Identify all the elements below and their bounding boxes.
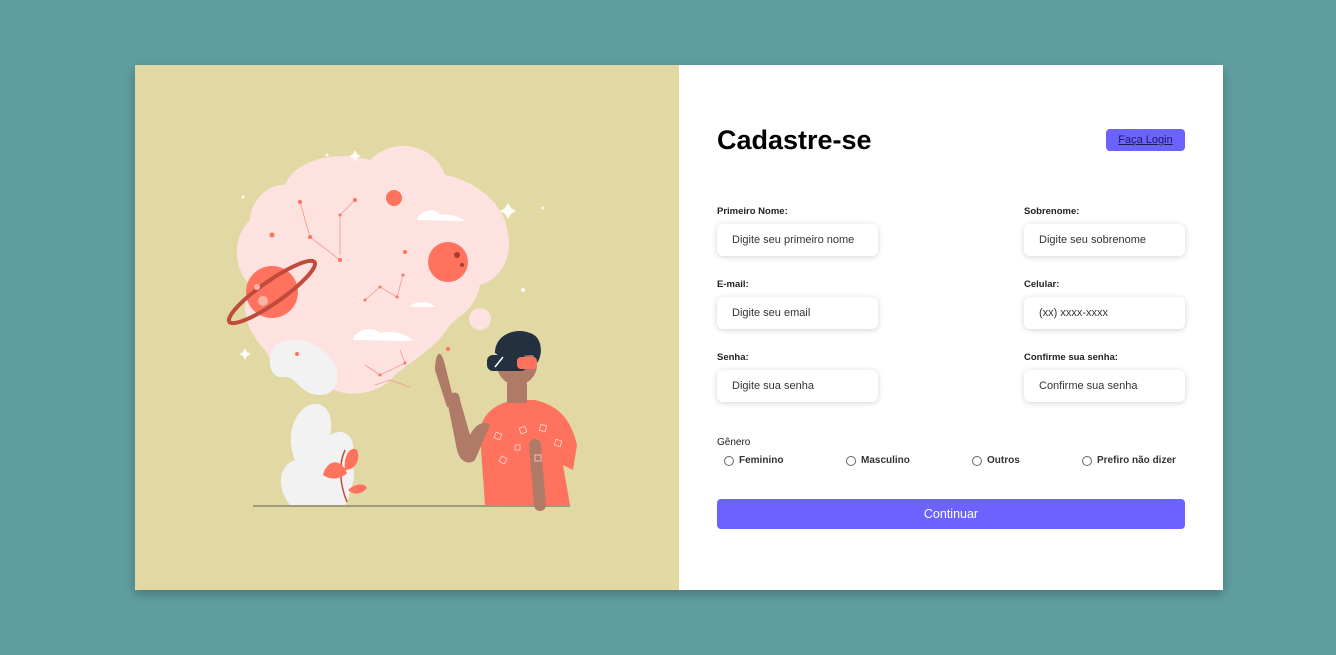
- last-name-group: Sobrenome:: [1024, 206, 1185, 256]
- radio-label: Feminino: [739, 455, 784, 466]
- last-name-label: Sobrenome:: [1024, 206, 1080, 217]
- first-name-input[interactable]: [717, 224, 878, 256]
- last-name-input[interactable]: [1024, 224, 1185, 256]
- phone-group: Celular:: [1024, 279, 1185, 329]
- phone-label: Celular:: [1024, 279, 1060, 290]
- page-title: Cadastre-se: [717, 125, 872, 155]
- signup-form-panel: Cadastre-se Faça Login Primeiro Nome: So…: [679, 65, 1223, 590]
- email-input[interactable]: [717, 297, 878, 329]
- radio-circle-icon[interactable]: [972, 455, 982, 466]
- radio-circle-icon[interactable]: [1082, 455, 1092, 466]
- signup-card: Cadastre-se Faça Login Primeiro Nome: So…: [135, 65, 1223, 590]
- radio-label: Masculino: [861, 455, 910, 466]
- confirm-password-label: Confirme sua senha:: [1024, 352, 1118, 363]
- illustration-panel: [135, 65, 679, 590]
- first-name-label: Primeiro Nome:: [717, 206, 788, 217]
- password-label: Senha:: [717, 352, 749, 363]
- radio-masculino[interactable]: Masculino: [846, 455, 910, 466]
- radio-circle-icon[interactable]: [724, 455, 734, 466]
- radio-prefiro-nao-dizer[interactable]: Prefiro não dizer: [1082, 455, 1176, 466]
- radio-circle-icon[interactable]: [846, 455, 856, 466]
- radio-feminino[interactable]: Feminino: [724, 455, 783, 466]
- password-input[interactable]: [717, 370, 878, 402]
- radio-label: Prefiro não dizer: [1097, 455, 1176, 466]
- radio-label: Outros: [987, 455, 1020, 466]
- confirm-password-input[interactable]: [1024, 370, 1185, 402]
- continue-button[interactable]: Continuar: [717, 499, 1185, 529]
- phone-input[interactable]: [1024, 297, 1185, 329]
- login-button[interactable]: Faça Login: [1106, 129, 1185, 151]
- email-label: E-mail:: [717, 279, 749, 290]
- email-group: E-mail:: [717, 279, 878, 329]
- password-group: Senha:: [717, 352, 878, 402]
- vr-space-illustration: [226, 145, 577, 511]
- gender-label: Gênero: [717, 437, 751, 448]
- radio-outros[interactable]: Outros: [972, 455, 1020, 466]
- first-name-group: Primeiro Nome:: [717, 206, 878, 256]
- confirm-password-group: Confirme sua senha:: [1024, 352, 1185, 402]
